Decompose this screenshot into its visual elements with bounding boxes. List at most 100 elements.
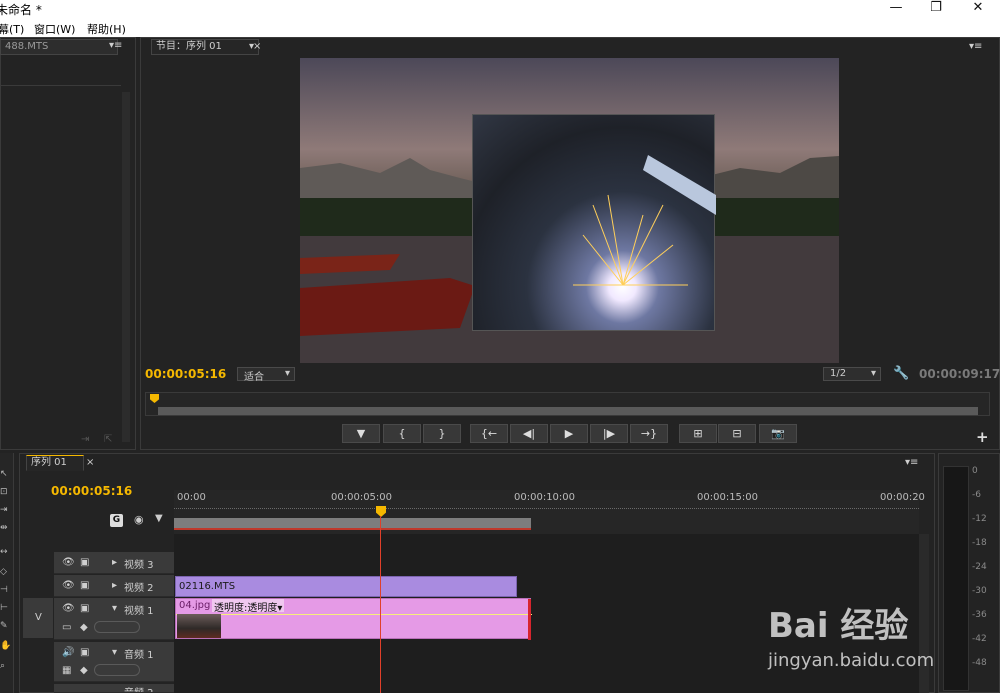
chevron-right-icon[interactable]: ▸ [112,557,117,568]
chevron-right-icon[interactable]: ▸ [112,580,117,591]
zoom-tool-icon[interactable]: ⌕ [0,661,10,671]
linked-selection-icon[interactable]: ◉ [134,513,144,526]
add-marker-icon[interactable]: ▼ [155,513,163,524]
eye-icon[interactable]: 👁 [62,580,75,591]
chevron-down-icon: ▾ [277,603,283,614]
mark-in-button[interactable]: { [383,424,421,443]
step-forward-button[interactable]: |▶ [590,424,628,443]
display-style-icon[interactable]: ▦ [62,665,71,676]
keyframe-navigator[interactable] [94,664,140,676]
wrench-icon[interactable]: 🔧 [893,366,909,381]
display-style-icon[interactable]: ▭ [62,622,71,633]
track-name: 音频 1 [124,650,154,661]
zoom-scrollbar[interactable] [158,407,978,415]
track-header-video2: 👁 ▣ ▸ 视频 2 [54,575,174,597]
program-playhead[interactable] [150,394,159,403]
source-header-row [1,72,121,86]
slide-tool-icon[interactable]: ⊢ [0,603,10,613]
clip-name: 02116.MTS [179,581,236,592]
panel-menu-icon[interactable]: ▾≡ [109,40,122,51]
meter-label: -6 [972,490,981,500]
speaker-icon[interactable]: 🔊 [62,647,74,658]
clip-effect-dropdown[interactable]: 透明度:透明度▾ [212,599,285,614]
source-scrollbar[interactable] [122,92,130,442]
eye-icon[interactable]: 👁 [62,557,75,568]
track-select-tool-icon[interactable]: ⊡ [0,487,10,497]
film-icon[interactable]: ▣ [80,580,89,591]
chevron-down-icon: ▾ [284,368,290,379]
window-title: 未命名 * [0,3,42,17]
play-button[interactable]: ▶ [550,424,588,443]
maximize-button[interactable]: ❐ [918,0,954,19]
go-to-in-button[interactable]: {← [470,424,508,443]
tab-sequence[interactable]: 序列 01 [26,455,84,471]
work-area-bar[interactable] [174,518,531,530]
go-to-out-button[interactable]: →} [630,424,668,443]
sequence-current-timecode[interactable]: 00:00:05:16 [51,484,132,498]
pen-tool-icon[interactable]: ✎ [0,621,10,631]
rolling-edit-tool-icon[interactable]: ⇹ [0,523,10,533]
tab-program[interactable]: 节目：序列 01 ▾ [151,39,259,55]
keyframe-navigator[interactable] [94,621,140,633]
insert-icon[interactable]: ⇥ [81,434,89,445]
panel-menu-icon[interactable]: ▾≡ [969,41,982,52]
program-time-ruler[interactable] [145,392,990,416]
chevron-down-icon[interactable]: ▾ [112,647,117,658]
film-icon[interactable]: ▣ [80,557,89,568]
film-icon[interactable]: ▣ [80,603,89,614]
tools-panel: ↖ ⊡ ⇥ ⇹ ↔ ◇ ⊣ ⊢ ✎ ✋ ⌕ [0,453,14,693]
overlay-clip-welding [472,114,716,331]
slip-tool-icon[interactable]: ⊣ [0,585,10,595]
fit-dropdown[interactable]: 适合 ▾ [237,367,295,383]
ruler-label: 00:00:15:00 [697,492,759,503]
tab-close-icon[interactable]: × [86,457,94,468]
baidu-watermark-logo: Bai 经验 [768,606,909,646]
lift-button[interactable]: ⊞ [679,424,717,443]
track-header-video1: 👁 ▣ ▾ 视频 1 ▭ ◆ [54,598,174,640]
razor-tool-icon[interactable]: ◇ [0,567,10,577]
track-name: 视频 3 [124,560,154,571]
ripple-edit-tool-icon[interactable]: ⇥ [0,505,10,515]
export-frame-button[interactable]: 📷 [759,424,797,443]
meter-label: -18 [972,538,987,548]
extract-button[interactable]: ⊟ [718,424,756,443]
chevron-down-icon[interactable]: ▾ [112,603,117,614]
tab-close-icon[interactable]: × [253,41,261,52]
waveform-icon[interactable]: ▣ [80,647,89,658]
rate-stretch-tool-icon[interactable]: ↔ [0,547,10,557]
step-back-button[interactable]: ◀| [510,424,548,443]
clip-video1[interactable]: 04.jpg 透明度:透明度▾ [175,598,532,640]
source-patch-v[interactable]: V [23,598,53,638]
add-marker-button[interactable]: ▼ [342,424,380,443]
keyframe-icon[interactable]: ◆ [80,622,88,633]
panel-menu-icon[interactable]: ▾≡ [905,457,918,468]
overwrite-icon[interactable]: ⇱ [104,434,112,445]
clip-name: 04.jpg [179,600,211,611]
close-button[interactable]: ✕ [960,0,996,19]
opacity-rubberband[interactable] [176,614,532,615]
chevron-down-icon: ▾ [870,368,876,379]
track-name: 视频 2 [124,583,154,594]
snap-icon[interactable]: G [110,514,123,527]
eye-icon[interactable]: 👁 [62,603,75,614]
timeline-playhead-line [380,516,381,693]
meter-label: -30 [972,586,987,596]
menu-item-help[interactable]: 帮助(H) [87,21,126,37]
menu-item-title[interactable]: 幕(T) [0,21,24,37]
program-current-timecode[interactable]: 00:00:05:16 [145,367,226,381]
hand-tool-icon[interactable]: ✋ [0,641,11,651]
clip-out-edge[interactable] [528,599,531,640]
tab-program-label: 节目：序列 01 [156,41,222,52]
minimize-button[interactable]: — [878,0,914,19]
keyframe-icon[interactable]: ◆ [80,665,88,676]
mark-out-button[interactable]: } [423,424,461,443]
ruler-label: 00:00:20 [880,492,925,503]
resolution-dropdown[interactable]: 1/2 ▾ [823,367,881,381]
meter-label: -36 [972,610,987,620]
clip-video2[interactable]: 02116.MTS [175,576,517,597]
audio-meters-panel [938,453,1000,693]
button-editor-add-icon[interactable]: + [976,428,989,446]
menu-item-window[interactable]: 窗口(W) [34,21,75,37]
selection-tool-icon[interactable]: ↖ [0,469,10,479]
tab-source[interactable]: 488.MTS [0,39,118,55]
